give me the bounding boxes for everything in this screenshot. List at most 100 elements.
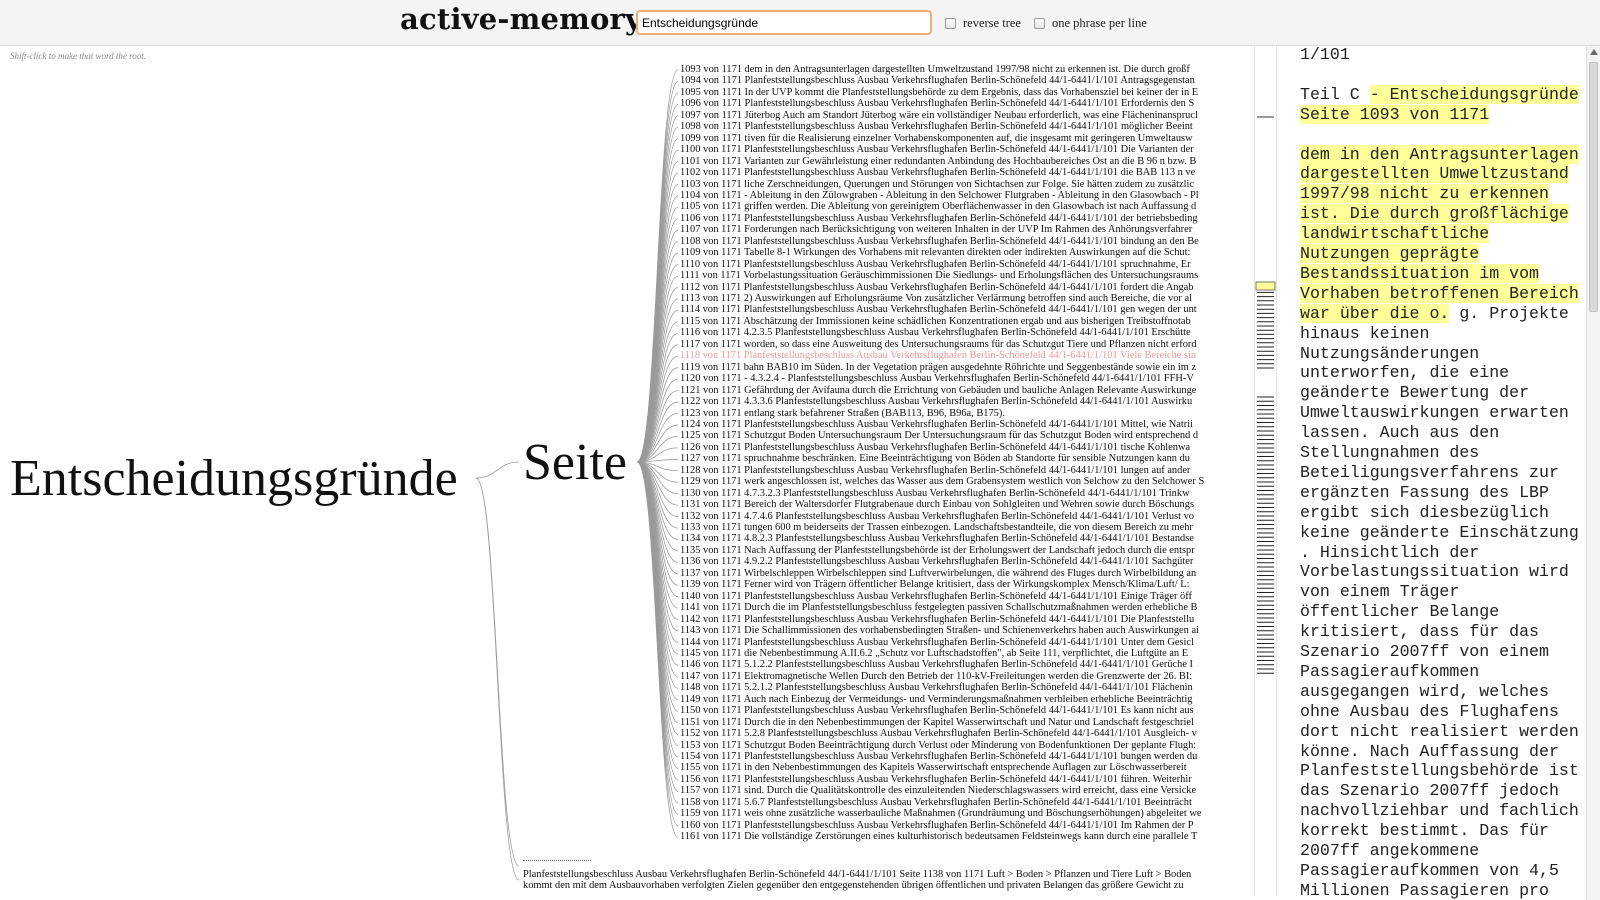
tree-leaf-line[interactable]: 1141 von 1171 Durch die im Planfeststell… bbox=[680, 602, 1197, 614]
tree-leaf-line[interactable]: 1142 von 1171 Planfeststellungsbeschluss… bbox=[680, 614, 1194, 626]
tree-leaf-line[interactable]: 1160 von 1171 Planfeststellungsbeschluss… bbox=[680, 820, 1194, 832]
tree-leaf-line[interactable]: 1123 von 1171 entlang stark befahrener S… bbox=[680, 408, 1005, 420]
tree-leaf-line[interactable]: 1104 von 1171 - Ableitung in den Zülowgr… bbox=[680, 190, 1199, 202]
minimap[interactable] bbox=[1254, 46, 1277, 896]
tree-leaf-line[interactable]: 1152 von 1171 5.2.8 Planfeststellungsbes… bbox=[680, 728, 1197, 740]
highlighted-text: dargestellten Umweltzustand bbox=[1300, 164, 1569, 184]
tree-leaf-line[interactable]: 1154 von 1171 Planfeststellungsbeschluss… bbox=[680, 751, 1197, 763]
tree-leaf-line[interactable]: 1143 von 1171 Die Schallimmissionen des … bbox=[680, 625, 1199, 637]
tree-leaf-line[interactable]: 1119 von 1171 bahn BAB10 im Süden. In de… bbox=[680, 362, 1196, 374]
tree-leaf-line[interactable]: 1136 von 1171 4.9.2.2 Planfeststellungsb… bbox=[680, 556, 1193, 568]
tree-leaf-line[interactable]: 1105 von 1171 griffen werden. Die Ableit… bbox=[680, 201, 1196, 213]
tree-leaf-line[interactable]: 1111 von 1171 Vorbelastungssituation Ger… bbox=[680, 270, 1198, 282]
tree-leaf-line[interactable]: 1132 von 1171 4.7.4.6 Planfeststellungsb… bbox=[680, 511, 1194, 523]
tree-leaf-line[interactable]: 1149 von 1171 Auch nach Einbezug der Ver… bbox=[680, 694, 1192, 706]
reader-line: Stellungnahmen des bbox=[1300, 443, 1479, 463]
tree-leaf-line[interactable]: 1151 von 1171 Durch die in den Nebenbest… bbox=[680, 717, 1194, 729]
tree-leaf-line[interactable]: 1161 von 1171 Die vollständige Zerstörun… bbox=[680, 831, 1197, 843]
tree-leaf-line[interactable]: 1137 von 1171 Wirbelschleppen Wirbelschl… bbox=[680, 568, 1196, 580]
tree-leaf-line[interactable]: 1144 von 1171 Planfeststellungsbeschluss… bbox=[680, 637, 1194, 649]
tree-leaf-line[interactable]: 1114 von 1171 Planfeststellungsbeschluss… bbox=[680, 304, 1197, 316]
tree-leaf-line[interactable]: 1095 von 1171 In der UVP kommt die Planf… bbox=[680, 87, 1198, 99]
tree-leaf-line[interactable]: 1158 von 1171 5.6.7 Planfeststellungsbes… bbox=[680, 797, 1192, 809]
reader-line: keine geänderte Einschätzung bbox=[1300, 523, 1579, 543]
tree-leaf-line[interactable]: 1093 von 1171 dem in den Antragsunterlag… bbox=[680, 64, 1190, 76]
tree-leaf-line[interactable]: 1159 von 1171 weis ohne zusätzliche wass… bbox=[680, 808, 1202, 820]
tree-branch-word[interactable]: Seite bbox=[523, 433, 627, 493]
tree-leaf-line[interactable]: 1140 von 1171 Planfeststellungsbeschluss… bbox=[680, 591, 1192, 603]
tree-leaf-line[interactable]: 1102 von 1171 Planfeststellungsbeschluss… bbox=[680, 167, 1195, 179]
tree-leaf-line[interactable]: 1135 von 1171 Nach Auffassung der Planfe… bbox=[680, 545, 1195, 557]
tree-leaf-line[interactable]: 1148 von 1171 5.2.1.2 Planfeststellungsb… bbox=[680, 682, 1193, 694]
tree-leaf-line[interactable]: 1131 von 1171 Bereich der Waltersdorfer … bbox=[680, 499, 1194, 511]
tree-leaf-line[interactable]: 1103 von 1171 liche Zerschneidungen, Que… bbox=[680, 179, 1194, 191]
highlighted-text: Nutzungen geprägte bbox=[1300, 244, 1480, 263]
tree-leaf-line[interactable]: 1106 von 1171 Planfeststellungsbeschluss… bbox=[680, 213, 1198, 225]
reader-line: ergänzten Fassung des LBP bbox=[1300, 483, 1549, 503]
tree-leaf-line[interactable]: 1113 von 1171 2) Auswirkungen auf Erholu… bbox=[680, 293, 1192, 305]
reader-line: korrekt bestimmt. Das für bbox=[1300, 821, 1549, 841]
reader-line: von einem Träger bbox=[1300, 582, 1459, 602]
tree-leaf-line[interactable]: 1094 von 1171 Planfeststellungsbeschluss… bbox=[680, 75, 1195, 87]
tree-leaf-line[interactable]: 1134 von 1171 4.8.2.3 Planfeststellungsb… bbox=[680, 533, 1194, 545]
reader-line: hinaus keinen bbox=[1300, 324, 1429, 344]
reader-line: landwirtschaftliche bbox=[1300, 224, 1490, 244]
tree-leaf-line[interactable]: 1117 von 1171 worden, so dass eine Auswe… bbox=[680, 339, 1197, 351]
tree-leaf-line[interactable]: 1109 von 1171 Tabelle 8-1 Wirkungen des … bbox=[680, 247, 1190, 259]
tree-leaf-line[interactable]: 1100 von 1171 Planfeststellungsbeschluss… bbox=[680, 144, 1194, 156]
tree-root-word[interactable]: Entscheidungsgründe bbox=[10, 449, 458, 509]
tree-leaf-line[interactable]: 1101 von 1171 Varianten zur Gewährleistu… bbox=[680, 156, 1196, 168]
tree-leaf-line[interactable]: 1124 von 1171 Planfeststellungsbeschluss… bbox=[680, 419, 1193, 431]
scroll-up-arrow-icon[interactable] bbox=[1590, 49, 1598, 55]
reader-text: dort nicht realisiert werden bbox=[1300, 721, 1579, 741]
tree-leaf-line[interactable]: 1129 von 1171 werk angeschlossen ist, we… bbox=[680, 476, 1204, 488]
scroll-thumb[interactable] bbox=[1589, 62, 1598, 312]
tree-leaf-line[interactable]: 1122 von 1171 4.3.3.6 Planfeststellungsb… bbox=[680, 396, 1192, 408]
tree-leaf-line[interactable]: 1118 von 1171 Planfeststellungsbeschluss… bbox=[680, 350, 1196, 362]
reader-line: Planfeststellungsbehörde ist bbox=[1300, 761, 1579, 781]
tree-leaf-line[interactable]: 1120 von 1171 - 4.3.2.4 - Planfeststellu… bbox=[680, 373, 1194, 385]
tree-leaf-line[interactable]: 1128 von 1171 Planfeststellungsbeschluss… bbox=[680, 465, 1190, 477]
tree-leaf-line[interactable]: 1096 von 1171 Planfeststellungsbeschluss… bbox=[680, 98, 1194, 110]
reader-line: Teil C - Entscheidungsgründe bbox=[1300, 84, 1579, 105]
reader-line: ist. Die durch großflächige bbox=[1300, 204, 1569, 224]
reader-text: Passagieraufkommen bbox=[1300, 661, 1480, 681]
tree-leaf-line[interactable]: 1112 von 1171 Planfeststellungsbeschluss… bbox=[680, 282, 1193, 294]
reader-line: Millionen Passagieren pro bbox=[1300, 881, 1549, 900]
tree-bottom-line[interactable]: kommt den mit dem Ausbauvorhaben verfolg… bbox=[523, 880, 1243, 892]
tree-leaf-line[interactable]: 1116 von 1171 4.2.3.5 Planfeststellungsb… bbox=[680, 327, 1191, 339]
branch-leaf-connector bbox=[636, 207, 679, 463]
tree-leaf-line[interactable]: 1126 von 1171 Planfeststellungsbeschluss… bbox=[680, 442, 1190, 454]
tree-leaf-line[interactable]: 1125 von 1171 Schutzgut Boden Untersuchu… bbox=[680, 430, 1198, 442]
tree-leaf-line[interactable]: 1145 von 1171 die Nebenbestimmung A.II.6… bbox=[680, 648, 1188, 660]
tree-leaf-line[interactable]: 1147 von 1171 Elektromagnetische Wellen … bbox=[680, 671, 1192, 683]
tree-leaf-line[interactable]: 1108 von 1171 Planfeststellungsbeschluss… bbox=[680, 236, 1199, 248]
dotted-separator bbox=[523, 860, 591, 861]
reader-line: 2007ff angekommene bbox=[1300, 841, 1479, 861]
reader-line: war über die o. g. Projekte bbox=[1300, 303, 1569, 324]
tree-leaf-line[interactable]: 1107 von 1171 Forderungen nach Berücksic… bbox=[680, 224, 1192, 236]
tree-leaf-line[interactable]: 1130 von 1171 4.7.3.2.3 Planfeststellung… bbox=[680, 488, 1190, 500]
reader-text: ergibt sich diesbezüglich bbox=[1300, 502, 1549, 522]
tree-leaf-line[interactable]: 1098 von 1171 Planfeststellungsbeschluss… bbox=[680, 121, 1193, 133]
tree-leaf-line[interactable]: 1150 von 1171 Planfeststellungsbeschluss… bbox=[680, 705, 1194, 717]
tree-leaf-line[interactable]: 1146 von 1171 5.1.2.2 Planfeststellungsb… bbox=[680, 659, 1193, 671]
tree-leaf-line[interactable]: 1115 von 1171 Abschätzung der Immissione… bbox=[680, 316, 1191, 328]
tree-leaf-line[interactable]: 1157 von 1171 sind. Durch die Qualitätsk… bbox=[680, 785, 1196, 797]
tree-leaf-line[interactable]: 1099 von 1171 tiven für die Realisierung… bbox=[680, 133, 1193, 145]
tree-leaf-line[interactable]: 1127 von 1171 spruchnahme beschränken. E… bbox=[680, 453, 1190, 465]
tree-leaf-line[interactable]: 1133 von 1171 tungen 600 m beiderseits d… bbox=[680, 522, 1193, 534]
scrollbar[interactable] bbox=[1586, 46, 1600, 900]
tree-leaf-line[interactable]: 1153 von 1171 Schutzgut Boden Beeinträch… bbox=[680, 740, 1196, 752]
tree-leaf-line[interactable]: 1156 von 1171 Planfeststellungsbeschluss… bbox=[680, 774, 1192, 786]
tree-leaf-line[interactable]: 1121 von 1171 Gefährdung der Avifauna du… bbox=[680, 385, 1196, 397]
minimap-viewport[interactable] bbox=[1255, 281, 1276, 291]
tree-leaf-line[interactable]: 1155 von 1171 in den Nebenbestimmungen d… bbox=[680, 762, 1187, 774]
reader-line: 1997/98 nicht zu erkennen bbox=[1300, 184, 1549, 204]
reader-text: Vorbelastungssituation wird bbox=[1300, 562, 1569, 582]
reader-line: öffentlicher Belange bbox=[1300, 602, 1499, 622]
reader-line: Beteiligungsverfahrens zur bbox=[1300, 463, 1559, 483]
tree-leaf-line[interactable]: 1110 von 1171 Planfeststellungsbeschluss… bbox=[680, 259, 1191, 271]
tree-leaf-line[interactable]: 1097 von 1171 Jüterbog Auch am Standort … bbox=[680, 110, 1198, 122]
tree-leaf-line[interactable]: 1139 von 1171 Ferner wird von Trägern öf… bbox=[680, 579, 1190, 591]
